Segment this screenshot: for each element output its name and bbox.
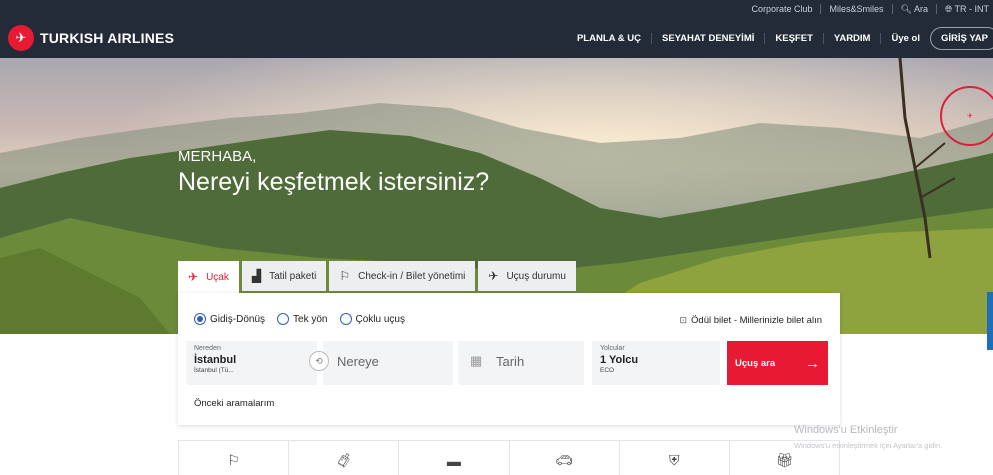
windows-activation-sub: Windows'u etkinleştirmek için Ayarlar'a … bbox=[794, 441, 943, 450]
brand-logo[interactable]: ✈ TURKISH AIRLINES bbox=[8, 25, 174, 51]
divider bbox=[891, 4, 893, 14]
award-ticket-icon: ⊡ bbox=[679, 315, 688, 325]
trip-one-way[interactable]: Tek yön bbox=[277, 313, 328, 325]
tab-holiday-package[interactable]: ▟ Tatil paketi bbox=[241, 261, 327, 291]
checkin-icon: ⚐ bbox=[339, 269, 351, 283]
search-flights-button[interactable]: Uçuş ara → bbox=[727, 341, 828, 385]
building-icon: ▟ bbox=[251, 269, 262, 283]
tab-holiday-label: Tatil paketi bbox=[269, 270, 317, 282]
trip-multi-city[interactable]: Çoklu uçuş bbox=[339, 313, 405, 325]
trip-round-label: Gidiş-Dönüş bbox=[210, 313, 266, 325]
main-header: ✈ TURKISH AIRLINES PLANLA & UÇ SEYAHAT D… bbox=[0, 18, 993, 58]
baggage-icon[interactable]: 🧳︎ bbox=[289, 440, 400, 475]
region-label: TR - INT bbox=[954, 3, 990, 14]
region-selector[interactable]: 🌐︎ TR - INT bbox=[945, 4, 989, 15]
destination-placeholder: Nereye bbox=[337, 354, 379, 369]
date-field[interactable]: ▦ Tarih bbox=[458, 341, 584, 385]
tab-flight[interactable]: ✈ Uçak bbox=[178, 261, 239, 293]
nav-help[interactable]: YARDIM bbox=[824, 32, 882, 44]
award-ticket-link[interactable]: ⊡ Ödül bilet - Millerinizle bilet alın bbox=[680, 315, 823, 326]
tab-flight-status-label: Uçuş durumu bbox=[506, 270, 566, 282]
award-ticket-label: Ödül bilet - Millerinizle bilet alın bbox=[691, 315, 822, 326]
windows-activation-title: Windows'u Etkinleştir bbox=[794, 424, 898, 436]
divider bbox=[820, 4, 822, 14]
divider bbox=[935, 4, 937, 14]
side-feedback-tab[interactable] bbox=[987, 292, 993, 350]
nav-plan-fly[interactable]: PLANLA & UÇ bbox=[567, 32, 652, 44]
main-nav: PLANLA & UÇ SEYAHAT DENEYİMİ KEŞFET YARD… bbox=[567, 18, 993, 58]
search-label: Ara bbox=[913, 3, 928, 14]
recent-searches-link[interactable]: Önceki aramalarım bbox=[194, 398, 274, 409]
cabin-class: ECO bbox=[600, 367, 615, 374]
origin-city: İstanbul bbox=[194, 354, 237, 366]
search-flights-label: Uçuş ara bbox=[735, 357, 776, 369]
swap-airports-icon[interactable]: ⟲ bbox=[309, 351, 329, 371]
tab-checkin[interactable]: ⚐ Check-in / Bilet yönetimi bbox=[329, 261, 476, 291]
origin-label: Nereden bbox=[194, 345, 221, 352]
plane-icon: ✈ bbox=[188, 270, 199, 284]
campaign-stamp-icon[interactable]: ✈ bbox=[940, 86, 993, 146]
trip-one-way-label: Tek yön bbox=[293, 313, 328, 325]
search-link[interactable]: 🔍︎ Ara bbox=[901, 4, 928, 15]
corporate-club-link[interactable]: Corporate Club bbox=[751, 4, 812, 14]
hero-title: Nereyi keşfetmek istersiniz? bbox=[178, 168, 490, 196]
utility-bar: Corporate Club Miles&Smiles 🔍︎ Ara 🌐︎ TR… bbox=[0, 0, 993, 18]
brand-name: TURKISH AIRLINES bbox=[40, 30, 175, 46]
login-button[interactable]: GİRİŞ YAP bbox=[930, 26, 993, 50]
trip-round-trip[interactable]: Gidiş-Dönüş bbox=[194, 313, 265, 325]
destination-field[interactable]: Nereye bbox=[323, 341, 453, 385]
radio-icon bbox=[277, 313, 290, 325]
calendar-icon: ▦ bbox=[470, 353, 483, 368]
radio-icon bbox=[339, 313, 352, 325]
origin-field[interactable]: Nereden İstanbul İstanbul (Tü... bbox=[186, 341, 317, 385]
nav-explore[interactable]: KEŞFET bbox=[765, 32, 824, 44]
date-placeholder: Tarih bbox=[496, 354, 525, 369]
tab-flight-label: Uçak bbox=[206, 271, 229, 283]
booking-panel: Gidiş-Dönüş Tek yön Çoklu uçuş ⊡ Ödül bil… bbox=[178, 293, 840, 425]
arrow-right-icon: → bbox=[805, 354, 820, 372]
tab-flight-status[interactable]: ✈ Uçuş durumu bbox=[478, 261, 576, 291]
hero-greeting: MERHABA, bbox=[178, 148, 257, 165]
signup-link[interactable]: Üye ol bbox=[881, 33, 930, 44]
checkin-icon[interactable]: ⚐ bbox=[178, 440, 290, 475]
bird-logo-icon: ✈ bbox=[8, 25, 34, 51]
passengers-label: Yolcular bbox=[600, 345, 625, 352]
passengers-count: 1 Yolcu bbox=[600, 354, 639, 366]
origin-sub: İstanbul (Tü... bbox=[194, 367, 234, 374]
booking-tabs: ✈ Uçak ▟ Tatil paketi ⚐ Check-in / Bilet… bbox=[178, 261, 576, 293]
trip-type-group: Gidiş-Dönüş Tek yön Çoklu uçuş bbox=[194, 313, 405, 325]
shield-icon[interactable]: ⛨ bbox=[619, 440, 730, 475]
bed-icon[interactable]: ▬ bbox=[399, 440, 510, 475]
radio-selected-icon bbox=[194, 313, 206, 325]
trip-multi-label: Çoklu uçuş bbox=[355, 313, 405, 325]
passengers-field[interactable]: Yolcular 1 Yolcu ECO bbox=[592, 341, 720, 385]
tab-checkin-label: Check-in / Bilet yönetimi bbox=[358, 270, 466, 282]
miles-smiles-link[interactable]: Miles&Smiles bbox=[829, 4, 883, 14]
nav-travel-experience[interactable]: SEYAHAT DENEYİMİ bbox=[652, 32, 766, 44]
quick-links-row: ⚐ 🧳︎ ▬ 🚗︎ ⛨ 🎁︎ bbox=[178, 440, 841, 475]
car-icon[interactable]: 🚗︎ bbox=[509, 440, 620, 475]
flight-status-icon: ✈ bbox=[488, 269, 499, 283]
